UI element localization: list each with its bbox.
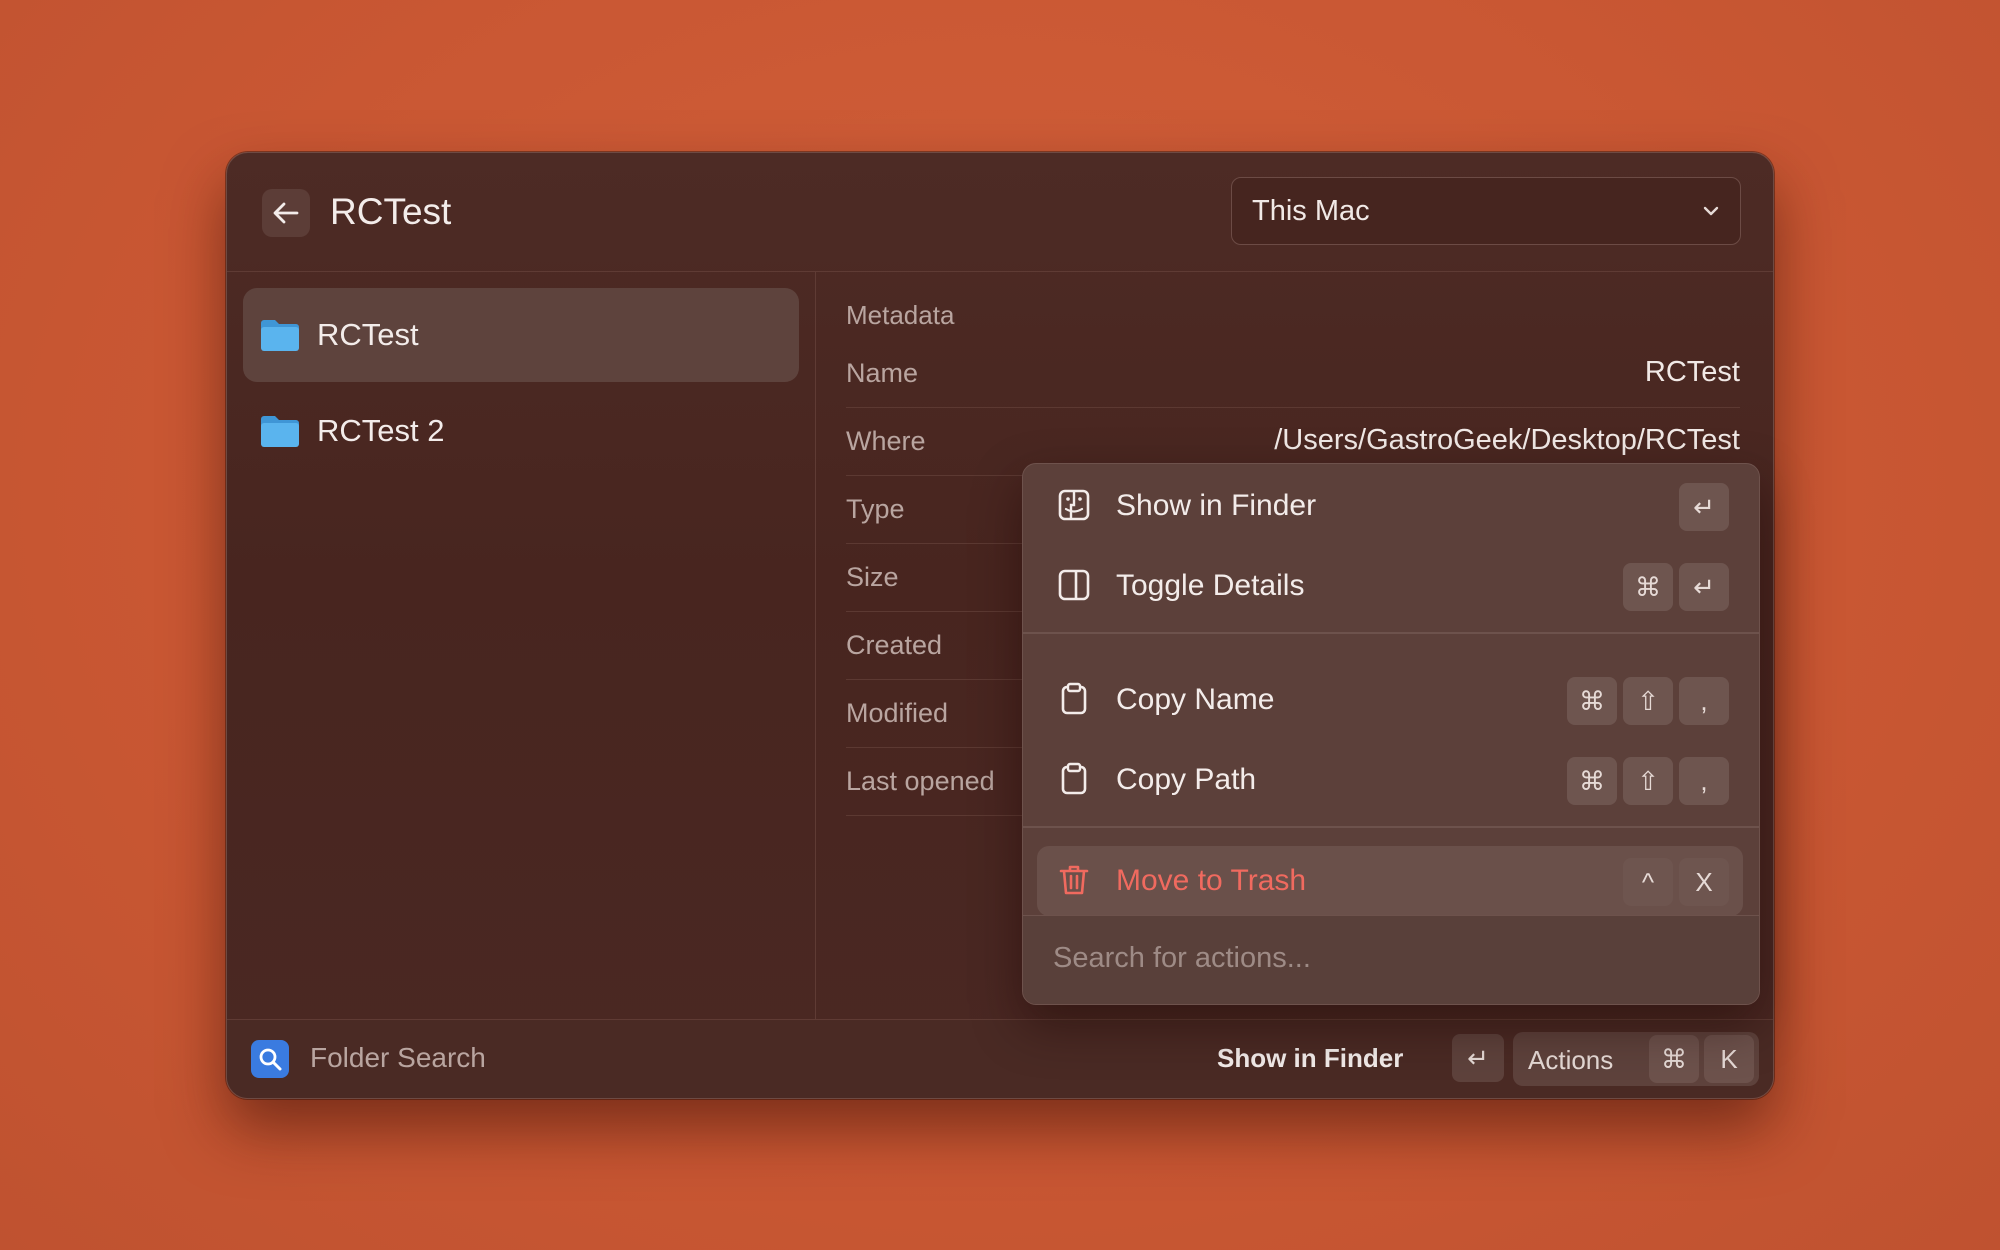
- action-copy-path[interactable]: Copy Path ⌘ ⇧ ,: [1037, 745, 1743, 815]
- k-key-hint: K: [1704, 1035, 1754, 1083]
- action-copy-name[interactable]: Copy Name ⌘ ⇧ ,: [1037, 665, 1743, 735]
- scope-dropdown[interactable]: This Mac: [1231, 177, 1741, 245]
- clipboard-icon: [1057, 762, 1093, 798]
- command-key: ⌘: [1567, 757, 1617, 805]
- comma-key: ,: [1679, 757, 1729, 805]
- shift-key: ⇧: [1623, 677, 1673, 725]
- action-show-in-finder[interactable]: Show in Finder ↵: [1037, 471, 1743, 541]
- shortcut: ⌘ ⇧ ,: [1567, 757, 1729, 805]
- back-button[interactable]: [262, 189, 310, 237]
- comma-key: ,: [1679, 677, 1729, 725]
- metadata-key: Where: [846, 426, 926, 456]
- clipboard-icon: [1057, 682, 1093, 718]
- metadata-value: /Users/GastroGeek/Desktop/RCTest: [1274, 424, 1740, 456]
- shortcut: ↵: [1679, 483, 1729, 531]
- list-item-label: RCTest: [317, 317, 419, 352]
- metadata-row-name: Name RCTest: [846, 340, 1740, 408]
- list-item-label: RCTest 2: [317, 413, 445, 448]
- control-key: ^: [1623, 858, 1673, 906]
- shortcut: ⌘ ⇧ ,: [1567, 677, 1729, 725]
- action-label: Copy Name: [1116, 683, 1275, 716]
- arrow-left-icon: [273, 202, 299, 224]
- metadata-key: Size: [846, 562, 899, 592]
- return-key: ↵: [1679, 483, 1729, 531]
- command-key: ⌘: [1623, 563, 1673, 611]
- action-label: Copy Path: [1116, 763, 1257, 796]
- shift-key: ⇧: [1623, 757, 1673, 805]
- scope-dropdown-value: This Mac: [1252, 194, 1370, 227]
- command-name: Folder Search: [310, 1042, 486, 1073]
- action-toggle-details[interactable]: Toggle Details ⌘ ↵: [1037, 551, 1743, 621]
- metadata-key: Type: [846, 494, 905, 524]
- actions-search-input[interactable]: Search for actions...: [1023, 915, 1759, 1004]
- list-item[interactable]: RCTest: [243, 288, 799, 382]
- return-key: ↵: [1679, 563, 1729, 611]
- metadata-key: Last opened: [846, 766, 995, 796]
- action-label: Show in Finder: [1116, 489, 1317, 522]
- shortcut: ⌘ ↵: [1623, 563, 1729, 611]
- shortcut: ^ X: [1623, 858, 1729, 906]
- chevron-down-icon: [1702, 205, 1720, 217]
- list-item[interactable]: RCTest 2: [243, 384, 799, 478]
- actions-button-label: Actions: [1528, 1045, 1614, 1075]
- folder-icon: [259, 413, 301, 449]
- command-key-hint: ⌘: [1649, 1035, 1699, 1083]
- x-key: X: [1679, 858, 1729, 906]
- folder-icon: [259, 317, 301, 353]
- action-label: Toggle Details: [1116, 569, 1305, 602]
- primary-action-button[interactable]: Show in Finder: [1217, 1043, 1403, 1074]
- metadata-key: Created: [846, 630, 943, 660]
- actions-search-placeholder: Search for actions...: [1053, 942, 1311, 974]
- action-move-to-trash[interactable]: Move to Trash ^ X: [1037, 846, 1743, 916]
- actions-panel: Show in Finder ↵ Toggle Details ⌘ ↵ Copy…: [1022, 463, 1760, 1005]
- metadata-heading: Metadata: [846, 300, 955, 330]
- results-list: RCTest RCTest 2: [227, 272, 816, 1020]
- action-bar: Folder Search Show in Finder ↵ Actions ⌘…: [227, 1019, 1773, 1098]
- header-bar: RCTest This Mac: [227, 153, 1773, 272]
- separator: [1023, 826, 1759, 828]
- trash-icon: [1057, 863, 1093, 899]
- sidebar-panel-icon: [1057, 568, 1093, 604]
- metadata-key: Modified: [846, 698, 949, 728]
- search-icon: [251, 1040, 289, 1078]
- metadata-key: Name: [846, 358, 919, 388]
- separator: [1023, 632, 1759, 634]
- actions-button[interactable]: Actions ⌘ K: [1513, 1032, 1759, 1086]
- command-key: ⌘: [1567, 677, 1617, 725]
- action-label: Move to Trash: [1116, 864, 1307, 897]
- metadata-value: RCTest: [1644, 356, 1740, 388]
- return-key-hint: ↵: [1452, 1034, 1504, 1082]
- finder-icon: [1057, 488, 1093, 524]
- page-title: RCTest: [330, 191, 452, 232]
